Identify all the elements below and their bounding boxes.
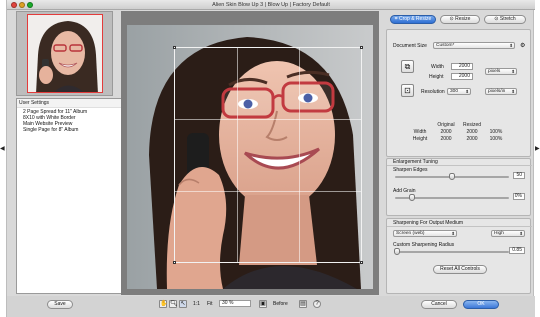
- table-header-resized: Resized: [462, 122, 482, 128]
- crop-rectangle[interactable]: [173, 46, 363, 264]
- pointer-tool-icon[interactable]: ↖: [179, 300, 187, 308]
- user-setting-item[interactable]: Single Page for 8" Album: [23, 127, 121, 133]
- zoom-window-button[interactable]: [27, 2, 33, 8]
- orientation-icon[interactable]: ⧉: [401, 60, 414, 73]
- tab-resize[interactable]: ⊙ Resize: [440, 15, 480, 24]
- custom-radius-field[interactable]: 0.85: [509, 247, 525, 254]
- tab-stretch[interactable]: ⊙ Stretch: [484, 15, 526, 24]
- add-grain-field[interactable]: 0%: [513, 193, 525, 200]
- custom-radius-slider-knob[interactable]: [394, 248, 401, 255]
- sharpen-edges-slider-knob[interactable]: [449, 173, 455, 180]
- resolution-units-select[interactable]: pixels/in: [485, 88, 517, 95]
- split-view-icon[interactable]: ▣: [259, 300, 267, 308]
- fit-button[interactable]: Fit: [207, 301, 213, 307]
- tab-crop-resize[interactable]: ⌗ Crop & Resize: [390, 15, 436, 24]
- crop-handle[interactable]: [173, 261, 176, 264]
- close-window-button[interactable]: [11, 2, 17, 8]
- hand-tool-icon[interactable]: ✋: [159, 300, 167, 308]
- preview-canvas[interactable]: [121, 11, 379, 295]
- user-settings-list: 2 Page Spread for 11" Album 8X10 with Wh…: [17, 108, 123, 133]
- title-bar: Alien Skin Blow Up 3 | Blow Up | Factory…: [7, 0, 535, 10]
- reset-all-controls-button[interactable]: Reset All Controls: [433, 265, 487, 274]
- actual-size-button[interactable]: 1:1: [193, 301, 200, 307]
- resolution-select[interactable]: 300: [447, 88, 471, 95]
- resolution-label: Resolution: [421, 89, 445, 95]
- user-settings-panel: User Settings 2 Page Spread for 11" Albu…: [16, 98, 124, 294]
- table-cell: 2000: [466, 129, 478, 135]
- help-icon[interactable]: ?: [313, 300, 321, 308]
- controls-panel: ⌗ Crop & Resize ⊙ Resize ⊙ Stretch Docum…: [384, 11, 532, 294]
- table-row-label: Width: [413, 129, 427, 135]
- zoom-level-select[interactable]: 30 %: [219, 300, 251, 307]
- left-arrow-icon[interactable]: ◀: [0, 146, 5, 152]
- window-title: Alien Skin Blow Up 3 | Blow Up | Factory…: [212, 2, 330, 8]
- document-size-group: Document Size Custom* ⚙ ⧉ Width 2000 Hei…: [386, 29, 531, 157]
- table-row-label: Height: [412, 136, 428, 142]
- custom-radius-label: Custom Sharpening Radius: [393, 242, 455, 248]
- add-grain-slider-knob[interactable]: [409, 194, 416, 201]
- enlargement-tuning-group: Enlargement Tuning Sharpen Edges 50 Add …: [386, 158, 532, 216]
- preview-photo: [127, 25, 373, 289]
- width-label: Width: [431, 64, 444, 70]
- custom-radius-slider[interactable]: [395, 251, 509, 253]
- table-cell: 2000: [466, 136, 478, 142]
- ok-button[interactable]: OK: [463, 300, 499, 309]
- sharpening-group: Sharpening For Output Medium Screen (web…: [386, 218, 532, 294]
- crop-guide-horizontal: [175, 119, 361, 121]
- table-cell: 2000: [440, 136, 452, 142]
- output-medium-select[interactable]: Screen (web): [393, 230, 457, 237]
- document-size-select[interactable]: Custom*: [433, 42, 515, 49]
- table-header-original: Original: [437, 122, 455, 128]
- units-select[interactable]: pixels: [485, 68, 517, 75]
- save-button[interactable]: Save: [47, 300, 73, 309]
- crop-handle[interactable]: [360, 261, 363, 264]
- cancel-button[interactable]: Cancel: [421, 300, 457, 309]
- right-arrow-icon[interactable]: ▶: [535, 146, 540, 152]
- height-field[interactable]: 2000: [451, 73, 473, 80]
- document-size-label: Document Size: [393, 43, 427, 49]
- width-field[interactable]: 2000: [451, 63, 473, 70]
- gear-icon[interactable]: ⚙: [520, 42, 525, 49]
- divider: [387, 165, 532, 166]
- crop-guide-vertical: [298, 48, 300, 262]
- crop-handle[interactable]: [360, 46, 363, 49]
- sharpening-strength-select[interactable]: High: [491, 230, 525, 237]
- divider: [387, 226, 532, 227]
- crop-handle[interactable]: [173, 46, 176, 49]
- table-cell: 2000: [440, 129, 452, 135]
- resolution-link-icon[interactable]: ⊡: [401, 84, 414, 97]
- table-cell: 100%: [489, 136, 503, 142]
- zoom-tool-icon[interactable]: 🔍︎: [169, 300, 178, 308]
- app-window: Alien Skin Blow Up 3 | Blow Up | Factory…: [6, 0, 535, 317]
- navigator-thumbnail[interactable]: [27, 14, 103, 93]
- crop-guide-horizontal: [175, 190, 361, 192]
- sharpen-edges-field[interactable]: 50: [513, 172, 525, 179]
- thumbnail-photo: [28, 15, 102, 92]
- user-settings-title: User Settings: [17, 99, 123, 108]
- height-label: Height: [429, 74, 444, 80]
- crop-guide-vertical: [236, 48, 238, 262]
- minimize-window-button[interactable]: [19, 2, 25, 8]
- before-toggle[interactable]: Before: [273, 301, 288, 307]
- table-cell: 100%: [489, 129, 503, 135]
- compare-icon[interactable]: ▤: [299, 300, 307, 308]
- navigator-thumbnail-panel: [16, 11, 113, 96]
- sharpen-edges-label: Sharpen Edges: [393, 167, 428, 173]
